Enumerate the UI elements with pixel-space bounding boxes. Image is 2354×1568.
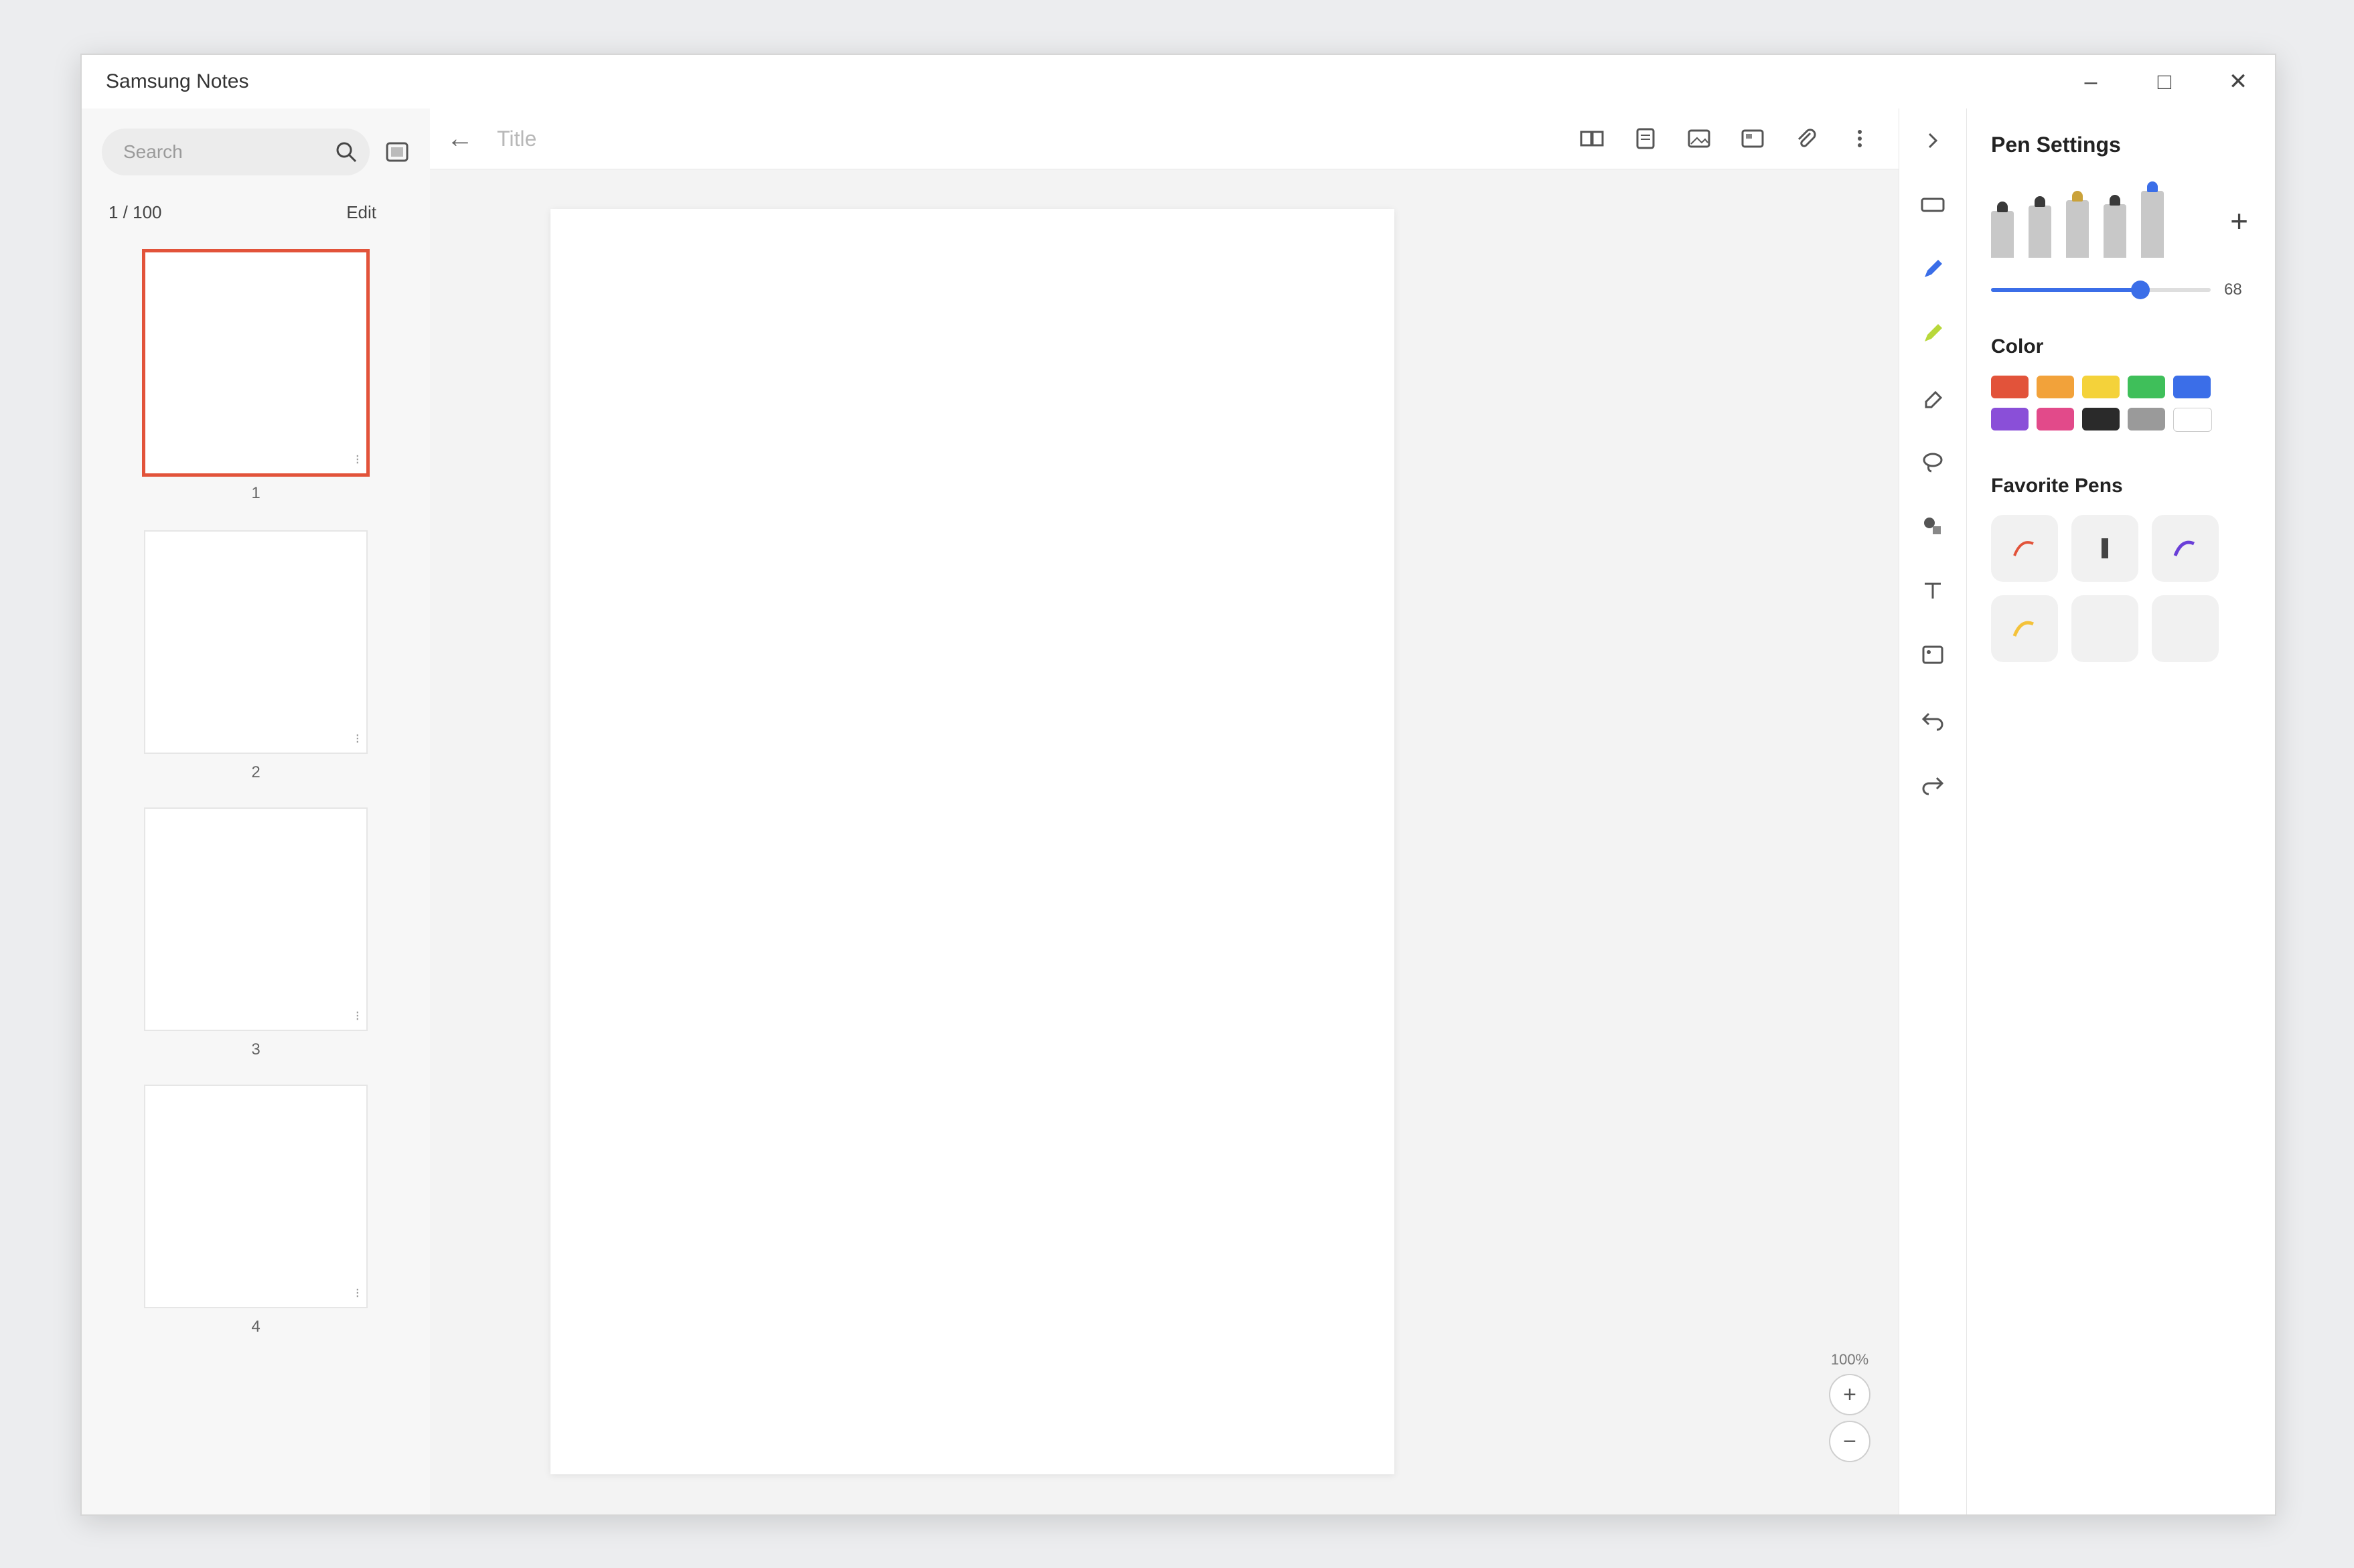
color-swatch[interactable]	[2128, 376, 2165, 398]
zoom-controls: 100% + −	[1820, 1351, 1880, 1468]
toolbar-icons	[1565, 112, 1887, 165]
color-swatch[interactable]	[2173, 408, 2212, 432]
page-marker-icon: ⁝	[355, 732, 360, 747]
page-thumbnail[interactable]: ⁝ 1	[142, 249, 370, 502]
zoom-out-button[interactable]: −	[1829, 1421, 1870, 1462]
favorite-pens-title: Favorite Pens	[1991, 475, 2123, 497]
redo-icon[interactable]	[1899, 751, 1966, 815]
image-icon[interactable]	[1899, 623, 1966, 687]
color-palette	[1991, 376, 2232, 441]
back-button[interactable]: ←	[430, 108, 490, 169]
page-thumbnails: ⁝ 1 ⁝ 2 ⁝ 3 ⁝ 4	[122, 249, 390, 1362]
note-area: ← Title 100% + −	[430, 108, 1900, 1514]
color-swatch[interactable]	[1991, 408, 2029, 430]
pen-size-row: 68	[1991, 281, 2251, 299]
page-number: 3	[251, 1040, 261, 1059]
keyboard-icon[interactable]	[1899, 173, 1966, 237]
tool-rail	[1899, 108, 1967, 1514]
more-icon[interactable]	[1833, 112, 1887, 165]
page-icon[interactable]	[1619, 112, 1672, 165]
color-swatch[interactable]	[2128, 408, 2165, 430]
zoom-in-button[interactable]: +	[1829, 1374, 1870, 1415]
color-swatch[interactable]	[2173, 376, 2211, 398]
close-button[interactable]: ✕	[2201, 55, 2275, 108]
pen-types: +	[1991, 181, 2275, 258]
undo-icon[interactable]	[1899, 687, 1966, 751]
lasso-icon[interactable]	[1899, 430, 1966, 494]
page-thumbnail[interactable]: ⁝ 2	[144, 530, 368, 781]
favorite-pen-slot[interactable]	[2152, 595, 2219, 662]
pen-settings-title: Pen Settings	[1991, 133, 2121, 157]
sidebar: Search 1 / 100 Edit ⁝ 1 ⁝ 2 ⁝ 3 ⁝ 4	[82, 108, 431, 1514]
page-marker-icon: ⁝	[355, 1286, 360, 1301]
search-placeholder: Search	[123, 141, 183, 162]
note-title-field[interactable]: Title	[497, 127, 536, 151]
page-number: 4	[251, 1318, 261, 1336]
eraser-icon[interactable]	[1899, 366, 1966, 430]
pencil-tip	[2072, 191, 2083, 202]
app-title: Samsung Notes	[106, 70, 249, 92]
window-controls: – □ ✕	[2054, 55, 2275, 108]
favorite-pen-slot[interactable]	[2071, 515, 2138, 582]
maximize-button[interactable]: □	[2128, 55, 2201, 108]
highlighter-icon[interactable]	[2141, 181, 2164, 258]
samsung-notes-window: Samsung Notes – □ ✕ Search 1 / 100 Edit …	[80, 54, 2276, 1516]
color-title: Color	[1991, 335, 2044, 358]
highlighter-tip	[2147, 181, 2158, 192]
search-icon[interactable]	[323, 129, 370, 175]
fountain-pen-tip	[1997, 202, 2008, 212]
favorite-pen-slot[interactable]	[2152, 515, 2219, 582]
page-number: 1	[251, 484, 261, 502]
page-thumbnail[interactable]: ⁝ 3	[144, 807, 368, 1059]
favorite-pen-slot[interactable]	[1991, 595, 2058, 662]
view-mode-icon[interactable]	[382, 137, 413, 167]
pen-icon[interactable]	[1899, 237, 1966, 301]
page-count: 1 / 100	[108, 202, 162, 222]
template-icon[interactable]	[1726, 112, 1779, 165]
pen-size-knob[interactable]	[2131, 281, 2150, 299]
brush-icon[interactable]	[2104, 195, 2126, 258]
brush-tip	[2110, 195, 2120, 206]
collapse-chevron-icon[interactable]	[1899, 108, 1966, 173]
page-count-row: 1 / 100 Edit	[108, 202, 417, 223]
image-insert-icon[interactable]	[1672, 112, 1726, 165]
pen-size-fill	[1991, 288, 2141, 292]
pen-tip	[2035, 196, 2045, 207]
zoom-level: 100%	[1830, 1351, 1869, 1368]
note-canvas[interactable]	[550, 209, 1394, 1474]
page-number: 2	[251, 763, 261, 781]
title-bar: Samsung Notes – □ ✕	[82, 55, 2275, 109]
pen-icon[interactable]	[2029, 196, 2051, 258]
color-swatch[interactable]	[2037, 408, 2074, 430]
page-thumbnail[interactable]: ⁝ 4	[144, 1085, 368, 1336]
color-section-header: Color	[1991, 335, 2251, 358]
color-swatch[interactable]	[2082, 408, 2120, 430]
color-swatch[interactable]	[1991, 376, 2029, 398]
search-field[interactable]: Search	[102, 129, 370, 175]
highlighter-icon[interactable]	[1899, 301, 1966, 366]
shape-icon[interactable]	[1899, 494, 1966, 558]
attachment-icon[interactable]	[1779, 112, 1833, 165]
color-swatch[interactable]	[2082, 376, 2120, 398]
minimize-button[interactable]: –	[2054, 55, 2128, 108]
text-icon[interactable]	[1899, 558, 1966, 623]
add-pen-button[interactable]: +	[2230, 203, 2248, 239]
note-toolbar: ← Title	[430, 108, 1900, 169]
favorite-pen-slot[interactable]	[2071, 595, 2138, 662]
pen-size-slider[interactable]	[1991, 281, 2211, 299]
favorite-pen-slot[interactable]	[1991, 515, 2058, 582]
fountain-pen-icon[interactable]	[1991, 202, 2014, 258]
pen-size-value: 68	[2224, 281, 2242, 299]
page-marker-icon: ⁝	[355, 453, 360, 467]
page-marker-icon: ⁝	[355, 1009, 360, 1024]
color-swatch[interactable]	[2037, 376, 2074, 398]
book-view-icon[interactable]	[1565, 112, 1619, 165]
favorite-pens	[1991, 515, 2259, 676]
pencil-icon[interactable]	[2066, 191, 2089, 258]
edit-button[interactable]: Edit	[346, 202, 376, 223]
pen-settings-panel: Pen Settings + 68 Color Favorite Pens	[1967, 108, 2275, 1514]
